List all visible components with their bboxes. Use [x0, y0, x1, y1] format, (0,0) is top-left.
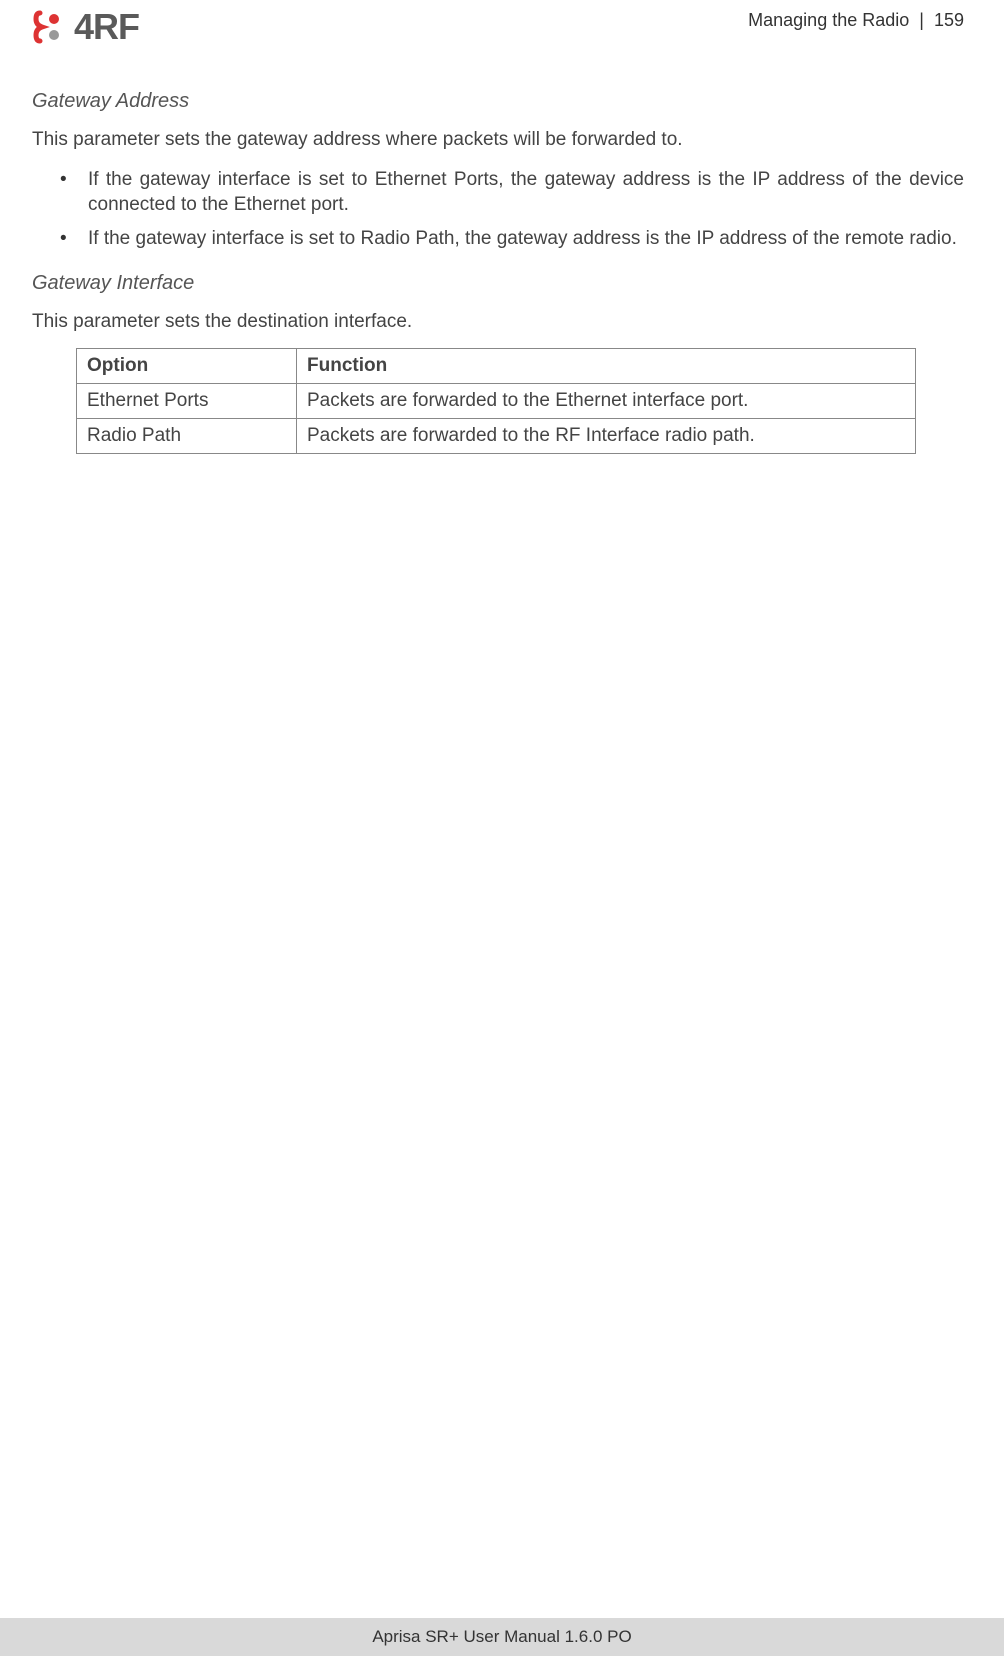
- table-header-function: Function: [297, 349, 916, 384]
- bullet-list: If the gateway interface is set to Ether…: [32, 167, 964, 252]
- page-header: 4RF Managing the Radio | 159: [32, 0, 964, 70]
- header-section-title: Managing the Radio: [748, 10, 909, 30]
- section-heading: Gateway Interface: [32, 272, 964, 295]
- options-table: Option Function Ethernet Ports Packets a…: [76, 348, 916, 454]
- footer-text: Aprisa SR+ User Manual 1.6.0 PO: [372, 1627, 631, 1647]
- table-header-option: Option: [77, 349, 297, 384]
- table-cell-option: Ethernet Ports: [77, 384, 297, 419]
- list-item: If the gateway interface is set to Ether…: [32, 167, 964, 218]
- table-cell-option: Radio Path: [77, 419, 297, 454]
- table-cell-function: Packets are forwarded to the RF Interfac…: [297, 419, 916, 454]
- logo-icon: [32, 9, 68, 45]
- table-row: Radio Path Packets are forwarded to the …: [77, 419, 916, 454]
- list-item: If the gateway interface is set to Radio…: [32, 226, 964, 252]
- table-header-row: Option Function: [77, 349, 916, 384]
- logo: 4RF: [32, 6, 139, 48]
- header-page-number: 159: [934, 10, 964, 30]
- section-intro: This parameter sets the gateway address …: [32, 127, 964, 153]
- section-gateway-address: Gateway Address This parameter sets the …: [32, 90, 964, 252]
- section-heading: Gateway Address: [32, 90, 964, 113]
- section-gateway-interface: Gateway Interface This parameter sets th…: [32, 272, 964, 455]
- page-footer: Aprisa SR+ User Manual 1.6.0 PO: [0, 1618, 1004, 1656]
- section-intro: This parameter sets the destination inte…: [32, 309, 964, 335]
- logo-text: 4RF: [74, 6, 139, 48]
- header-page-info: Managing the Radio | 159: [748, 6, 964, 31]
- table-row: Ethernet Ports Packets are forwarded to …: [77, 384, 916, 419]
- table-cell-function: Packets are forwarded to the Ethernet in…: [297, 384, 916, 419]
